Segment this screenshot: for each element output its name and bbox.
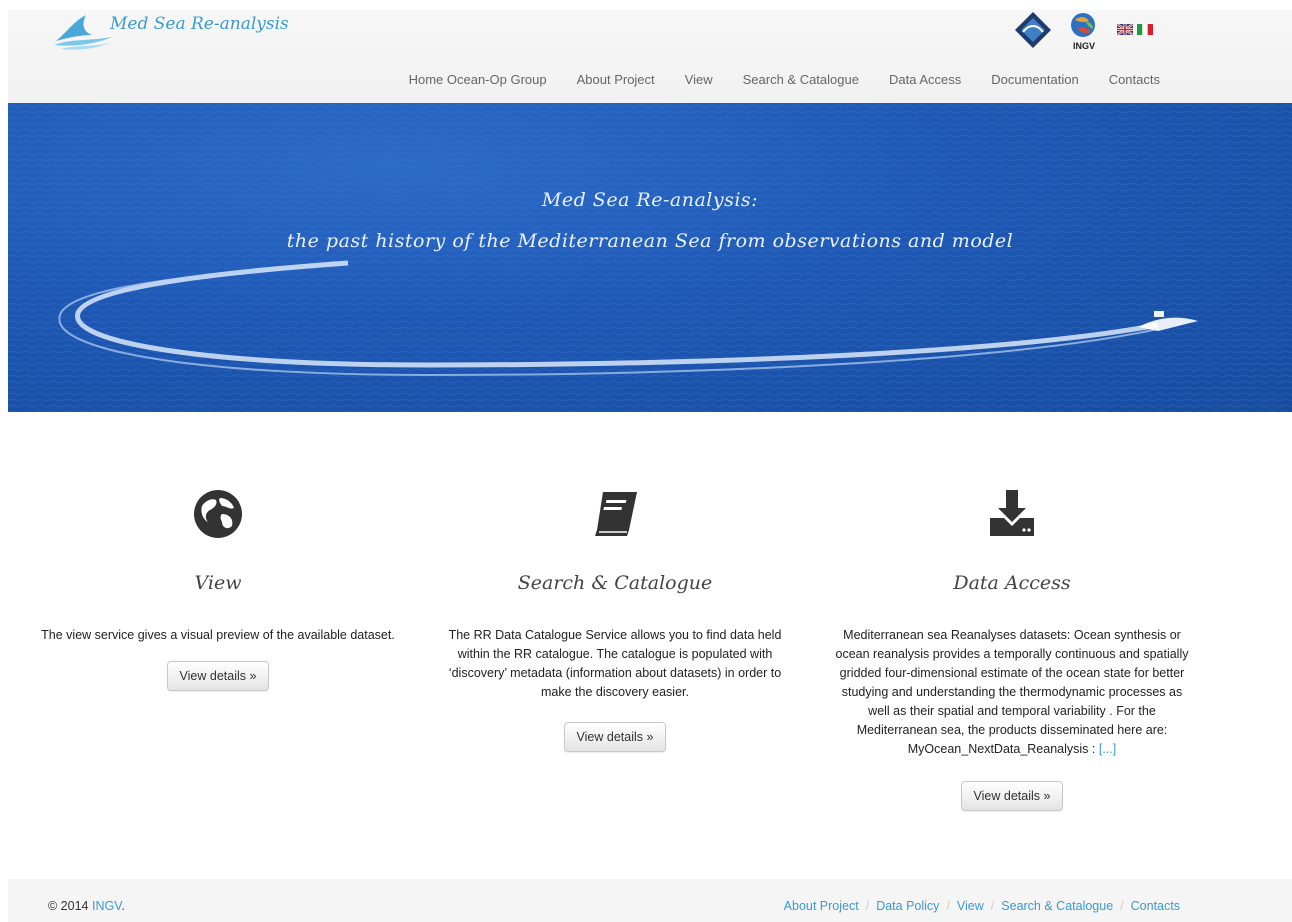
data-access-title: Data Access bbox=[953, 572, 1071, 594]
globe-logo-icon bbox=[1071, 13, 1095, 37]
search-catalogue-column: Search & Catalogue The RR Data Catalogue… bbox=[435, 484, 795, 752]
read-more-link[interactable]: [...] bbox=[1099, 742, 1116, 756]
search-catalogue-title: Search & Catalogue bbox=[517, 572, 713, 594]
search-catalogue-description: The RR Data Catalogue Service allows you… bbox=[448, 628, 782, 699]
hero-subtitle: the past history of the Mediterranean Se… bbox=[286, 230, 1014, 252]
search-catalogue-details-button[interactable]: View details » bbox=[563, 722, 667, 752]
nav-documentation[interactable]: Documentation bbox=[976, 68, 1093, 91]
view-description: The view service gives a visual preview … bbox=[41, 628, 395, 642]
nav-home-ocean-op-group[interactable]: Home Ocean-Op Group bbox=[394, 68, 562, 91]
data-access-description: Mediterranean sea Reanalyses datasets: O… bbox=[835, 628, 1189, 756]
globe-icon bbox=[38, 484, 398, 544]
partner-label: INGV bbox=[1073, 41, 1096, 51]
view-column: View The view service gives a visual pre… bbox=[38, 484, 398, 691]
partner-logo-ingv[interactable]: INGV bbox=[1066, 10, 1100, 51]
main-nav: Home Ocean-Op Group About Project View S… bbox=[394, 68, 1175, 91]
flag-uk-icon[interactable] bbox=[1116, 22, 1134, 36]
hero-banner: Med Sea Re-analysis: the past history of… bbox=[8, 103, 1292, 412]
footer-links: About Project / Data Policy / View / Search & … bbox=[783, 899, 1180, 913]
view-title: View bbox=[194, 572, 242, 594]
site-header: Med Sea Re-analysis INGV Home Ocean-Op G… bbox=[8, 10, 1292, 103]
wave-logo-icon bbox=[54, 15, 112, 50]
footer-search-catalogue[interactable]: Search & Catalogue bbox=[1001, 899, 1113, 913]
hero-title: Med Sea Re-analysis: bbox=[541, 189, 759, 211]
footer-view[interactable]: View bbox=[957, 899, 984, 913]
diamond-logo-icon bbox=[1015, 12, 1051, 48]
ingv-link[interactable]: INGV bbox=[92, 899, 121, 913]
site-logo[interactable]: Med Sea Re-analysis bbox=[52, 11, 292, 51]
footer-data-policy[interactable]: Data Policy bbox=[876, 899, 939, 913]
logo-text: Med Sea Re-analysis bbox=[110, 14, 289, 34]
nav-contacts[interactable]: Contacts bbox=[1094, 68, 1175, 91]
nav-data-access[interactable]: Data Access bbox=[874, 68, 976, 91]
nav-search-catalogue[interactable]: Search & Catalogue bbox=[728, 68, 874, 91]
download-icon bbox=[832, 484, 1192, 544]
nav-view[interactable]: View bbox=[670, 68, 728, 91]
data-access-column: Data Access Mediterranean sea Reanalyses… bbox=[832, 484, 1192, 811]
partner-logo-1[interactable] bbox=[1013, 10, 1053, 55]
view-details-button[interactable]: View details » bbox=[166, 661, 270, 691]
footer-about-project[interactable]: About Project bbox=[784, 899, 859, 913]
site-footer: © 2014 INGV. About Project / Data Policy / V… bbox=[8, 879, 1292, 922]
book-icon bbox=[435, 484, 795, 544]
flag-italy-icon[interactable] bbox=[1137, 22, 1153, 35]
data-access-details-button[interactable]: View details » bbox=[960, 781, 1064, 811]
copyright: © 2014 INGV. bbox=[48, 899, 125, 913]
footer-contacts[interactable]: Contacts bbox=[1131, 899, 1180, 913]
nav-about-project[interactable]: About Project bbox=[562, 68, 670, 91]
sea-wake-image bbox=[8, 103, 1292, 412]
